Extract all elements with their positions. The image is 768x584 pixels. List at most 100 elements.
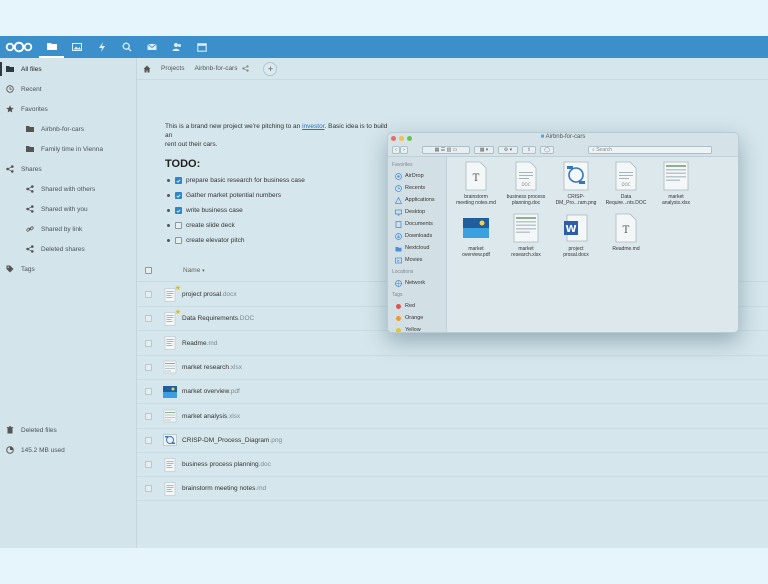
finder-sidebar-item[interactable]: Recents (388, 182, 446, 194)
file-checkbox[interactable] (145, 315, 152, 323)
contacts-app-button[interactable] (164, 36, 189, 58)
finder-tag-item[interactable]: Orange (388, 312, 446, 324)
finder-file-item[interactable]: Tbrainstorm meeting notes.md (451, 161, 501, 206)
finder-tag-item[interactable]: Yellow (388, 324, 446, 332)
finder-sidebar-item[interactable]: Desktop (388, 206, 446, 218)
finder-sidebar-item[interactable]: AirDrop (388, 170, 446, 182)
file-row[interactable]: brainstorm meeting notes.md (137, 477, 768, 502)
file-row[interactable]: market analysis.xlsx (137, 405, 768, 429)
todo-checkbox[interactable] (175, 222, 182, 229)
finder-tag-item[interactable]: Red (388, 300, 446, 312)
nav-deleted-shares[interactable]: Deleted shares (0, 239, 136, 259)
todo-checkbox[interactable] (175, 192, 182, 199)
file-checkbox[interactable] (145, 363, 152, 371)
file-name[interactable]: market research.xlsx (182, 364, 242, 371)
back-button[interactable]: ‹ (392, 145, 400, 154)
file-checkbox[interactable] (145, 388, 152, 396)
finder-sidebar-item[interactable]: Network (388, 277, 446, 289)
file-name[interactable]: project prosal.docx (182, 291, 237, 298)
bullet (167, 179, 170, 182)
finder-file-item[interactable]: DOC Data Require...nts.DOC (601, 161, 651, 206)
image-thumbnail-icon (163, 385, 177, 398)
finder-file-item[interactable]: market overview.pdf (451, 213, 501, 258)
finder-sidebar-item[interactable]: Documents (388, 218, 446, 230)
finder-window[interactable]: ■ Airbnb-for-cars ‹ › ▦ ☰ ▥ ▭ ▦ ▾ ⚙ ▾ ⇪ … (387, 132, 739, 333)
nav-deleted-files[interactable]: Deleted files (0, 420, 137, 440)
quota-indicator[interactable]: 145.2 MB used (0, 440, 137, 460)
file-checkbox[interactable] (145, 485, 152, 493)
mail-app-button[interactable] (139, 36, 164, 58)
activity-app-button[interactable] (89, 36, 114, 58)
file-name[interactable]: business process planning.doc (182, 461, 271, 468)
search-app-button[interactable] (114, 36, 139, 58)
file-name[interactable]: CRISP-DM_Process_Diagram.png (182, 437, 282, 444)
finder-search-input[interactable]: ⌕ Search (588, 145, 712, 154)
finder-titlebar[interactable]: ■ Airbnb-for-cars (388, 133, 738, 143)
sidebar: All files Recent Favorites Airbnb-for-ca… (0, 58, 137, 548)
forward-button[interactable]: › (400, 145, 408, 154)
finder-sidebar-item[interactable]: Movies (388, 254, 446, 266)
files-app-button[interactable] (39, 36, 64, 58)
star-icon (6, 105, 14, 113)
file-row[interactable]: market overview.pdf (137, 380, 768, 405)
nav-tags[interactable]: Tags (0, 259, 136, 279)
file-row[interactable]: CRISP-DM_Process_Diagram.png (137, 429, 768, 453)
file-name[interactable]: market overview.pdf (182, 388, 240, 395)
file-row[interactable]: business process planning.doc (137, 453, 768, 478)
todo-checkbox[interactable] (175, 207, 182, 214)
file-row[interactable]: Readme.md (137, 332, 768, 356)
new-button[interactable]: + (263, 61, 278, 76)
file-name[interactable]: Data Requirements.DOC (182, 315, 254, 322)
finder-file-item[interactable]: market analysis.xlsx (651, 161, 701, 206)
finder-file-item[interactable]: market research.xlsx (501, 213, 551, 258)
nav-recent[interactable]: Recent (0, 79, 136, 99)
photos-app-button[interactable] (64, 36, 89, 58)
finder-sidebar-item[interactable]: Downloads (388, 230, 446, 242)
share-button[interactable]: ⇪ (522, 145, 536, 154)
file-name[interactable]: brainstorm meeting notes.md (182, 485, 266, 492)
nav-shared-by-link[interactable]: Shared by link (0, 219, 136, 239)
view-mode-selector[interactable]: ▦ ☰ ▥ ▭ (422, 145, 470, 154)
file-checkbox[interactable] (145, 291, 152, 298)
tag-icon (6, 265, 14, 273)
finder-sidebar-item[interactable]: Nextcloud (388, 242, 446, 254)
finder-file-item[interactable]: T Readme.md (601, 213, 651, 252)
nav-shared-with-you[interactable]: Shared with you (0, 199, 136, 219)
nextcloud-logo[interactable] (5, 36, 35, 58)
finder-file-item[interactable]: DOC business process planning.doc (501, 161, 551, 206)
nav-favorite-airbnb-for-cars[interactable]: Airbnb-for-cars (0, 119, 136, 139)
finder-file-item[interactable]: Wproject prosal.docx (551, 213, 601, 258)
file-checkbox[interactable] (145, 461, 152, 469)
file-name[interactable]: Readme.md (182, 340, 217, 347)
todo-checkbox[interactable] (175, 237, 182, 244)
nav-shared-with-others[interactable]: Shared with others (0, 179, 136, 199)
nav-favorite-family-time[interactable]: Family time in Vienna (0, 139, 136, 159)
name-column-header[interactable]: Name ▾ (183, 267, 205, 274)
group-button[interactable]: ▦ ▾ (474, 145, 494, 154)
file-checkbox[interactable] (145, 339, 152, 347)
svg-text:W: W (565, 224, 576, 235)
breadcrumb-home[interactable] (143, 65, 151, 73)
nav-all-files[interactable]: All files (0, 59, 136, 79)
share-icon[interactable] (242, 65, 250, 72)
finder-file-item[interactable]: CRISP- DM_Pro...ram.png (551, 161, 601, 206)
finder-file-icon: W (563, 213, 589, 243)
nav-favorites[interactable]: Favorites (0, 99, 136, 119)
finder-sidebar-item[interactable]: Applications (388, 194, 446, 206)
file-checkbox[interactable] (145, 436, 152, 444)
calendar-app-button[interactable] (189, 36, 214, 58)
home-icon (143, 65, 151, 72)
nav-shared-by-link-label: Shared by link (41, 225, 83, 233)
select-all-checkbox[interactable] (145, 267, 152, 274)
file-checkbox[interactable] (145, 412, 152, 420)
tag-button[interactable]: ◯ (540, 145, 554, 154)
nav-shares[interactable]: Shares (0, 159, 136, 179)
file-row[interactable]: market research.xlsx (137, 356, 768, 380)
investor-link[interactable]: investor (302, 123, 324, 130)
finder-title: ■ Airbnb-for-cars (388, 134, 738, 140)
file-name[interactable]: market analysis.xlsx (182, 413, 240, 420)
todo-checkbox[interactable] (175, 177, 182, 184)
breadcrumb-current[interactable]: Airbnb-for-cars (194, 65, 250, 72)
action-button[interactable]: ⚙ ▾ (498, 145, 518, 154)
breadcrumb-projects[interactable]: Projects (161, 65, 184, 72)
